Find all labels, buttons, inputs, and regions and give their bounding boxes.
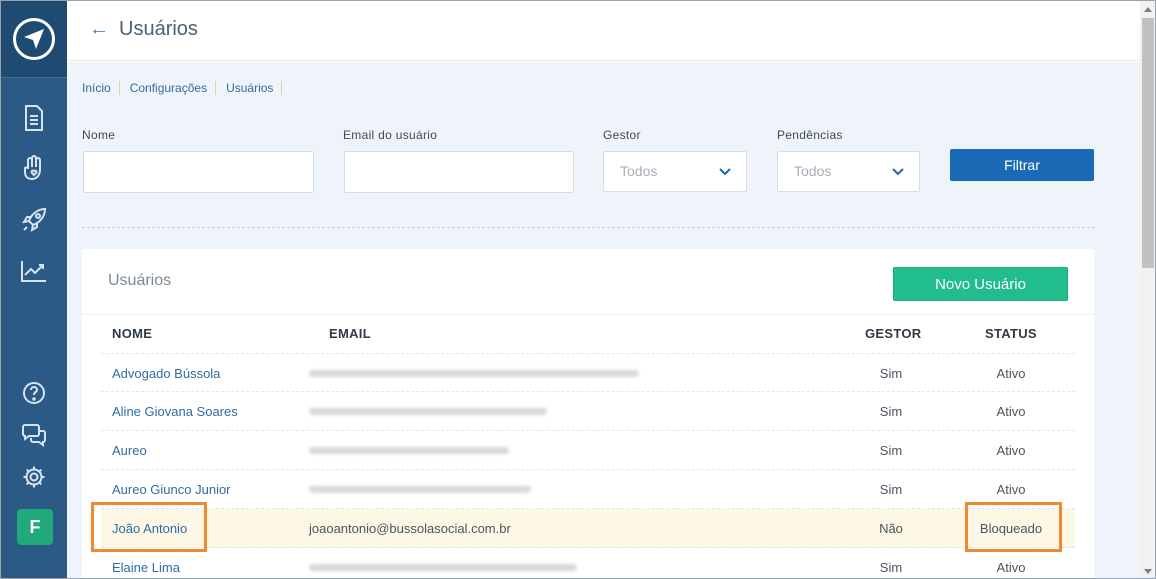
user-status: Ativo — [996, 560, 1026, 575]
table-row-highlighted[interactable]: João Antonio joaoantonio@bussolasocial.c… — [101, 509, 1075, 548]
pendencias-label: Pendências — [777, 128, 843, 142]
user-email: joaoantonio@bussolasocial.com.br — [309, 521, 511, 536]
user-gestor: Sim — [879, 560, 903, 575]
new-user-button[interactable]: Novo Usuário — [893, 267, 1068, 301]
user-gestor: Não — [879, 521, 903, 536]
scroll-up-icon[interactable] — [1144, 7, 1152, 12]
rocket-icon[interactable] — [20, 206, 48, 234]
card-separator — [82, 314, 1094, 315]
app-window: F ← Usuários Início Configurações Usuári… — [0, 0, 1156, 579]
compass-logo-icon — [13, 18, 55, 60]
filter-button[interactable]: Filtrar — [950, 149, 1094, 181]
nome-input[interactable] — [83, 151, 314, 193]
column-header-name[interactable]: NOME — [112, 326, 152, 341]
breadcrumb: Início Configurações Usuários — [82, 81, 292, 95]
gestor-label: Gestor — [603, 128, 641, 142]
gestor-select[interactable]: Todos — [603, 151, 747, 192]
highlight-box-status — [965, 502, 1062, 552]
blurred-email — [309, 370, 639, 377]
table-row[interactable]: Aline Giovana Soares Sim Ativo — [101, 392, 1075, 431]
scroll-down-icon[interactable] — [1144, 569, 1152, 574]
sidebar-divider — [1, 77, 67, 78]
user-gestor: Sim — [879, 482, 903, 497]
user-name[interactable]: Aureo — [112, 443, 147, 458]
table-row[interactable]: Advogado Bússola Sim Ativo — [101, 353, 1075, 392]
column-header-status[interactable]: STATUS — [985, 326, 1037, 341]
user-status: Ativo — [996, 482, 1026, 497]
breadcrumb-inicio[interactable]: Início — [82, 81, 120, 95]
user-gestor: Sim — [879, 404, 903, 419]
table-row[interactable]: Aureo Sim Ativo — [101, 431, 1075, 470]
nome-label: Nome — [82, 128, 116, 142]
blurred-email — [309, 564, 577, 571]
user-name[interactable]: Elaine Lima — [112, 560, 180, 575]
chat-icon[interactable] — [20, 421, 48, 449]
breadcrumb-configuracoes[interactable]: Configurações — [130, 81, 217, 95]
page-header: ← Usuários — [67, 1, 1140, 61]
blurred-email — [309, 447, 509, 454]
divider — [82, 227, 1095, 228]
table-row[interactable]: Elaine Lima Sim Ativo — [101, 548, 1075, 578]
highlight-box-name — [91, 502, 207, 552]
user-gestor: Sim — [879, 366, 903, 381]
email-label: Email do usuário — [343, 128, 438, 142]
user-name[interactable]: Aline Giovana Soares — [112, 404, 238, 419]
chevron-down-icon — [718, 164, 732, 183]
table-row[interactable]: Aureo Giunco Junior Sim Ativo — [101, 470, 1075, 509]
pendencias-select-value: Todos — [794, 163, 832, 179]
help-icon[interactable] — [20, 379, 48, 407]
hand-heart-icon[interactable] — [20, 154, 48, 182]
user-status: Ativo — [996, 366, 1026, 381]
blurred-email — [309, 486, 531, 493]
column-header-email[interactable]: EMAIL — [329, 326, 371, 341]
pendencias-select[interactable]: Todos — [777, 151, 920, 192]
user-status: Ativo — [996, 443, 1026, 458]
chevron-down-icon — [891, 164, 905, 183]
user-name[interactable]: Advogado Bússola — [112, 366, 220, 381]
vertical-scrollbar[interactable] — [1140, 1, 1155, 578]
email-input[interactable] — [344, 151, 574, 193]
logo-area[interactable] — [1, 1, 67, 77]
chart-icon[interactable] — [20, 257, 48, 285]
scrollbar-thumb[interactable] — [1142, 18, 1154, 268]
user-name[interactable]: Aureo Giunco Junior — [112, 482, 231, 497]
user-status: Ativo — [996, 404, 1026, 419]
user-gestor: Sim — [879, 443, 903, 458]
gestor-select-value: Todos — [620, 163, 658, 179]
card-title: Usuários — [108, 272, 172, 289]
gear-icon[interactable] — [20, 463, 48, 491]
document-icon[interactable] — [20, 104, 48, 132]
users-card: Usuários Novo Usuário NOME EMAIL GESTOR … — [82, 249, 1094, 578]
arrow-left-icon[interactable]: ← — [89, 18, 109, 41]
column-header-gestor[interactable]: GESTOR — [865, 326, 921, 341]
sidebar: F — [1, 1, 67, 578]
breadcrumb-usuarios[interactable]: Usuários — [226, 81, 283, 95]
avatar[interactable]: F — [17, 509, 53, 545]
page-title: Usuários — [119, 18, 198, 40]
blurred-email — [309, 408, 547, 415]
